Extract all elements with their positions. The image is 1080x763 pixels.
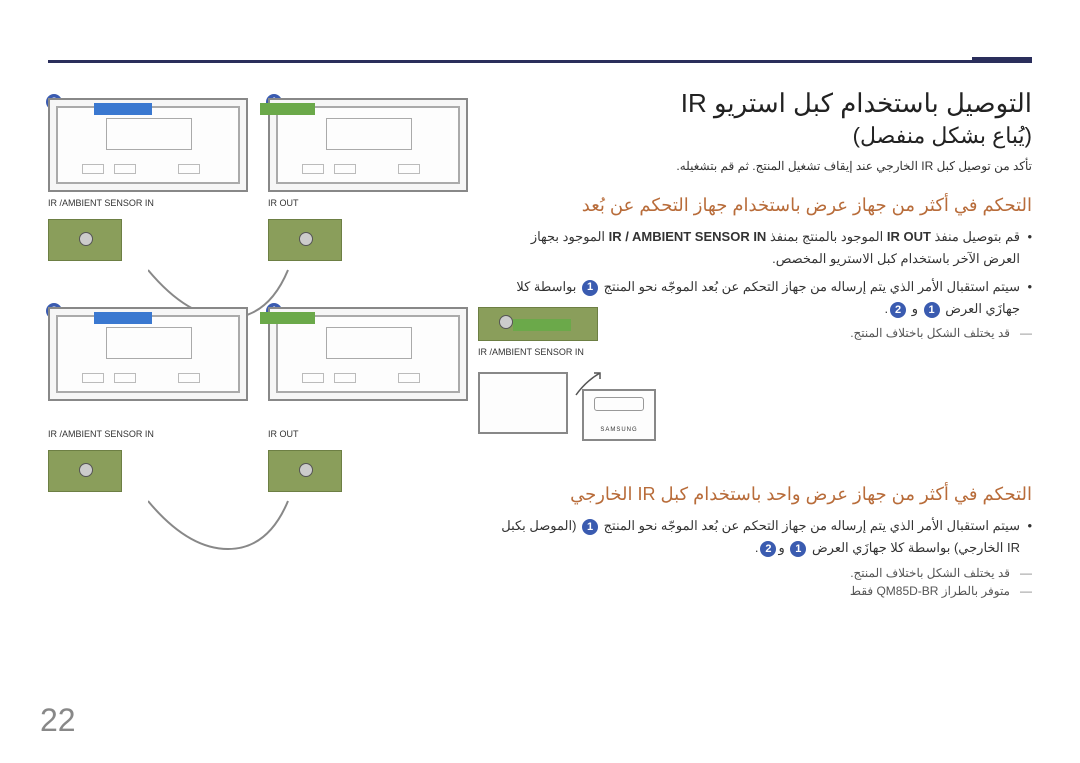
tv-slot: [82, 164, 104, 174]
badge-one-icon: 1: [790, 541, 806, 557]
manual-page: 2 IR /AMBIENT SENSOR IN: [0, 0, 1080, 763]
port-socket: [299, 232, 313, 246]
text: الموجود بالمنتج بمنفذ: [766, 229, 887, 244]
badge-two-icon: 2: [760, 541, 776, 557]
tv-slot: [334, 373, 356, 383]
plug-blue-icon: [94, 312, 152, 324]
tv-inner: [276, 106, 460, 184]
tv-board: [326, 118, 412, 150]
badge-two-icon: 2: [890, 302, 906, 318]
s1-bullet2: سيتم استقبال الأمر الذي يتم إرساله من جه…: [492, 276, 1032, 320]
port-socket: [299, 463, 313, 477]
plug-blue-icon: [94, 103, 152, 115]
page-subtitle: (يُباع بشكل منفصل): [492, 123, 1032, 149]
badge-one-icon: 1: [582, 519, 598, 535]
section1-header: التحكم في أكثر من جهاز عرض باستخدام جهاز…: [492, 195, 1032, 216]
port-label-ir-out: IR OUT: [268, 429, 472, 440]
diagram-row-1: 2 IR /AMBIENT SENSOR IN: [48, 98, 472, 261]
text: سيتم استقبال الأمر الذي يتم إرساله من جه…: [600, 279, 1020, 294]
s1-note: قد يختلف الشكل باختلاف المنتج.: [492, 326, 1032, 340]
port-label-ir-out: IR OUT: [268, 198, 472, 209]
s2-note2: متوفر بالطراز QM85D-BR فقط: [492, 584, 1032, 598]
diagram-tv-1: 1 IR OUT: [268, 98, 472, 261]
tv-board: [106, 327, 192, 359]
diagram-column: 2 IR /AMBIENT SENSOR IN: [48, 88, 472, 602]
tv-inner: [56, 106, 240, 184]
port-box-ambient: [48, 219, 122, 261]
port-label-ir-ambient: IR /AMBIENT SENSOR IN: [48, 429, 252, 440]
text: .: [884, 301, 888, 316]
section2-header: التحكم في أكثر من جهاز عرض واحد باستخدام…: [492, 484, 1032, 505]
port-label-ir-ambient: IR /AMBIENT SENSOR IN: [478, 347, 598, 358]
text: قم بتوصيل منفذ: [931, 229, 1020, 244]
tv-inner: [56, 315, 240, 393]
plug-green-icon: [260, 312, 315, 324]
arrow-icon: [574, 369, 604, 399]
tv-slot: [178, 164, 200, 174]
tv-slot: [302, 373, 324, 383]
s1-bullet1: قم بتوصيل منفذ IR OUT الموجود بالمنتج بم…: [492, 226, 1032, 270]
samsung-logo: SAMSUNG: [600, 427, 637, 433]
port-socket: [79, 232, 93, 246]
s2-bullet1: سيتم استقبال الأمر الذي يتم إرساله من جه…: [492, 515, 1032, 559]
cable-icon: [148, 479, 308, 559]
badge-one-icon: 1: [924, 302, 940, 318]
ir-out-label: IR OUT: [887, 229, 931, 244]
text: فقط: [850, 584, 877, 598]
intro-note: تأكد من توصيل كبل IR الخارجي عند إيقاف ت…: [492, 159, 1032, 173]
diagram-row-2: 2 IR /AMBIENT SENSOR IN: [48, 307, 472, 492]
tv-inner: [276, 315, 460, 393]
tv-slot: [302, 164, 324, 174]
port-label-ir-ambient: IR /AMBIENT SENSOR IN: [48, 198, 252, 209]
tv-slot: [398, 164, 420, 174]
plug-green-icon: [260, 103, 315, 115]
s2-note1: قد يختلف الشكل باختلاف المنتج.: [492, 566, 1032, 580]
text: و: [908, 301, 922, 316]
port-box-ambient: [48, 450, 122, 492]
port-socket: [79, 463, 93, 477]
text: .: [755, 540, 759, 555]
badge-one-icon: 1: [582, 280, 598, 296]
ir-ambient-label: IR / AMBIENT SENSOR IN: [609, 229, 767, 244]
receiver-box: [478, 372, 568, 434]
wifi-top: [594, 397, 644, 411]
page-number: 22: [40, 702, 76, 739]
text: و: [778, 540, 788, 555]
top-rule: [48, 60, 1032, 63]
tv-slot: [114, 164, 136, 174]
model-code: QM85D-BR: [876, 584, 938, 598]
page-title: التوصيل باستخدام كبل استريو IR: [492, 88, 1032, 119]
text: متوفر بالطراز: [938, 584, 1010, 598]
tv-board: [106, 118, 192, 150]
tv-slot: [114, 373, 136, 383]
tv-slot: [334, 164, 356, 174]
diagram-tv-2: 2 IR /AMBIENT SENSOR IN: [48, 98, 252, 261]
tv-slot: [82, 373, 104, 383]
text: سيتم استقبال الأمر الذي يتم إرساله من جه…: [600, 518, 1020, 533]
content-columns: 2 IR /AMBIENT SENSOR IN: [48, 88, 1032, 602]
tv-board: [326, 327, 412, 359]
diagram-tv-2b: 2 IR /AMBIENT SENSOR IN: [48, 307, 252, 492]
tv-slot: [398, 373, 420, 383]
diagram-tv-1b: 1 IR OUT: [268, 307, 472, 492]
tv-slot: [178, 373, 200, 383]
